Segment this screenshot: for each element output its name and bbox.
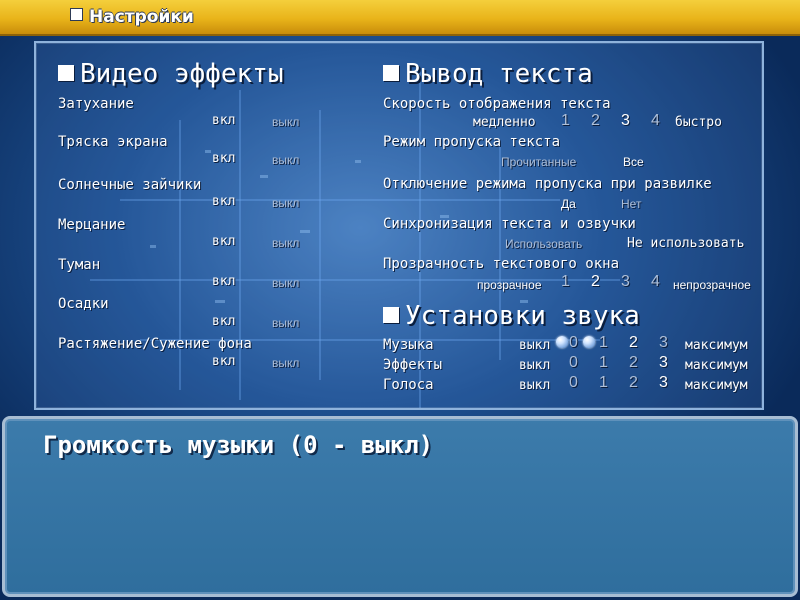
screen-shake-on-option[interactable]: вкл bbox=[212, 151, 235, 167]
screen-shake-off-option[interactable]: выкл bbox=[272, 152, 299, 168]
window-opacity-opaque-label: непрозрачное bbox=[673, 278, 751, 292]
screen-title: Настройки bbox=[70, 6, 194, 28]
effects-off-label: выкл bbox=[519, 358, 551, 373]
title-bullet-icon bbox=[70, 8, 83, 21]
window-opacity-2-option[interactable]: 2 bbox=[591, 274, 600, 290]
music-cursor-orb-icon bbox=[556, 336, 568, 348]
text-speed-4-option[interactable]: 4 bbox=[651, 113, 660, 129]
text-speed-2-option[interactable]: 2 bbox=[591, 113, 600, 129]
flicker-on-option[interactable]: вкл bbox=[212, 234, 235, 250]
voices-level-0-option[interactable]: 0 bbox=[569, 375, 578, 391]
skip-off-at-branch-label: Отключение режима пропуска при развилке bbox=[383, 176, 712, 192]
title-bar: Настройки bbox=[0, 0, 800, 36]
help-message-text: Громкость музыки (0 - выкл) bbox=[43, 431, 434, 459]
effects-max-label: максимум bbox=[685, 358, 748, 373]
text-speed-1-option[interactable]: 1 bbox=[561, 113, 570, 129]
voice-sync-dont-use-option[interactable]: Не использовать bbox=[627, 236, 744, 252]
fade-label: Затухание bbox=[58, 96, 134, 112]
fade-on-option[interactable]: вкл bbox=[212, 113, 235, 129]
flicker-off-option[interactable]: выкл bbox=[272, 235, 299, 251]
skip-off-no-option[interactable]: Нет bbox=[621, 196, 641, 212]
music-level-0-option[interactable]: 0 bbox=[569, 335, 578, 351]
background-stretch-label: Растяжение/Сужение фона bbox=[58, 336, 252, 352]
background-stretch-off-option[interactable]: выкл bbox=[272, 355, 299, 371]
text-speed-3-option[interactable]: 3 bbox=[621, 113, 630, 129]
screen-title-text: Настройки bbox=[89, 7, 194, 27]
text-speed-label: Скорость отображения текста bbox=[383, 96, 611, 112]
effects-level-1-option[interactable]: 1 bbox=[599, 355, 608, 371]
fog-on-option[interactable]: вкл bbox=[212, 274, 235, 290]
section-bullet-icon bbox=[383, 307, 399, 323]
text-output-title: Вывод текста bbox=[383, 59, 593, 89]
music-off-label: выкл bbox=[519, 338, 551, 353]
music-selected-orb-icon bbox=[583, 336, 595, 348]
help-message-box: Громкость музыки (0 - выкл) bbox=[2, 416, 798, 597]
effects-level-3-option[interactable]: 3 bbox=[659, 355, 668, 371]
sound-settings-title: Установки звука bbox=[383, 301, 640, 331]
window-opacity-4-option[interactable]: 4 bbox=[651, 274, 660, 290]
skip-off-yes-option[interactable]: Да bbox=[561, 196, 576, 212]
effects-level-2-option[interactable]: 2 bbox=[629, 355, 638, 371]
precipitation-off-option[interactable]: выкл bbox=[272, 315, 299, 331]
music-level-2-option[interactable]: 2 bbox=[629, 335, 638, 351]
effects-volume-label: Эффекты bbox=[383, 357, 443, 373]
voices-level-2-option[interactable]: 2 bbox=[629, 375, 638, 391]
section-bullet-icon bbox=[58, 65, 74, 81]
fade-off-option[interactable]: выкл bbox=[272, 114, 299, 130]
video-effects-title: Видео эффекты bbox=[58, 59, 284, 89]
window-opacity-transparent-label: прозрачное bbox=[477, 278, 542, 292]
text-speed-fast-label: быстро bbox=[675, 115, 722, 130]
section-bullet-icon bbox=[383, 65, 399, 81]
voices-volume-label: Голоса bbox=[383, 377, 434, 393]
fog-label: Туман bbox=[58, 257, 101, 273]
screen-shake-label: Тряска экрана bbox=[58, 134, 168, 150]
settings-panel: Видео эффекты Затухание вкл выкл Тряска … bbox=[34, 41, 764, 410]
skip-read-option[interactable]: Прочитанные bbox=[501, 154, 576, 170]
music-volume-label: Музыка bbox=[383, 337, 434, 353]
voices-level-1-option[interactable]: 1 bbox=[599, 375, 608, 391]
music-max-label: максимум bbox=[685, 338, 748, 353]
effects-level-0-option[interactable]: 0 bbox=[569, 355, 578, 371]
flicker-label: Мерцание bbox=[58, 217, 126, 233]
voice-sync-use-option[interactable]: Использовать bbox=[505, 236, 582, 252]
music-level-3-option[interactable]: 3 bbox=[659, 335, 668, 351]
voices-max-label: максимум bbox=[685, 378, 748, 393]
skip-mode-label: Режим пропуска текста bbox=[383, 134, 561, 150]
music-level-1-option[interactable]: 1 bbox=[599, 335, 608, 351]
precipitation-label: Осадки bbox=[58, 296, 109, 312]
skip-all-option[interactable]: Все bbox=[623, 154, 644, 170]
voice-sync-label: Синхронизация текста и озвучки bbox=[383, 216, 636, 232]
sun-glare-off-option[interactable]: выкл bbox=[272, 195, 299, 211]
window-opacity-label: Прозрачность текстового окна bbox=[383, 256, 620, 272]
sun-glare-on-option[interactable]: вкл bbox=[212, 194, 235, 210]
text-speed-slow-label: медленно bbox=[473, 115, 536, 130]
voices-off-label: выкл bbox=[519, 378, 551, 393]
precipitation-on-option[interactable]: вкл bbox=[212, 314, 235, 330]
background-stretch-on-option[interactable]: вкл bbox=[212, 354, 235, 370]
window-opacity-1-option[interactable]: 1 bbox=[561, 274, 570, 290]
window-opacity-3-option[interactable]: 3 bbox=[621, 274, 630, 290]
fog-off-option[interactable]: выкл bbox=[272, 275, 299, 291]
sun-glare-label: Солнечные зайчики bbox=[58, 177, 202, 193]
voices-level-3-option[interactable]: 3 bbox=[659, 375, 668, 391]
